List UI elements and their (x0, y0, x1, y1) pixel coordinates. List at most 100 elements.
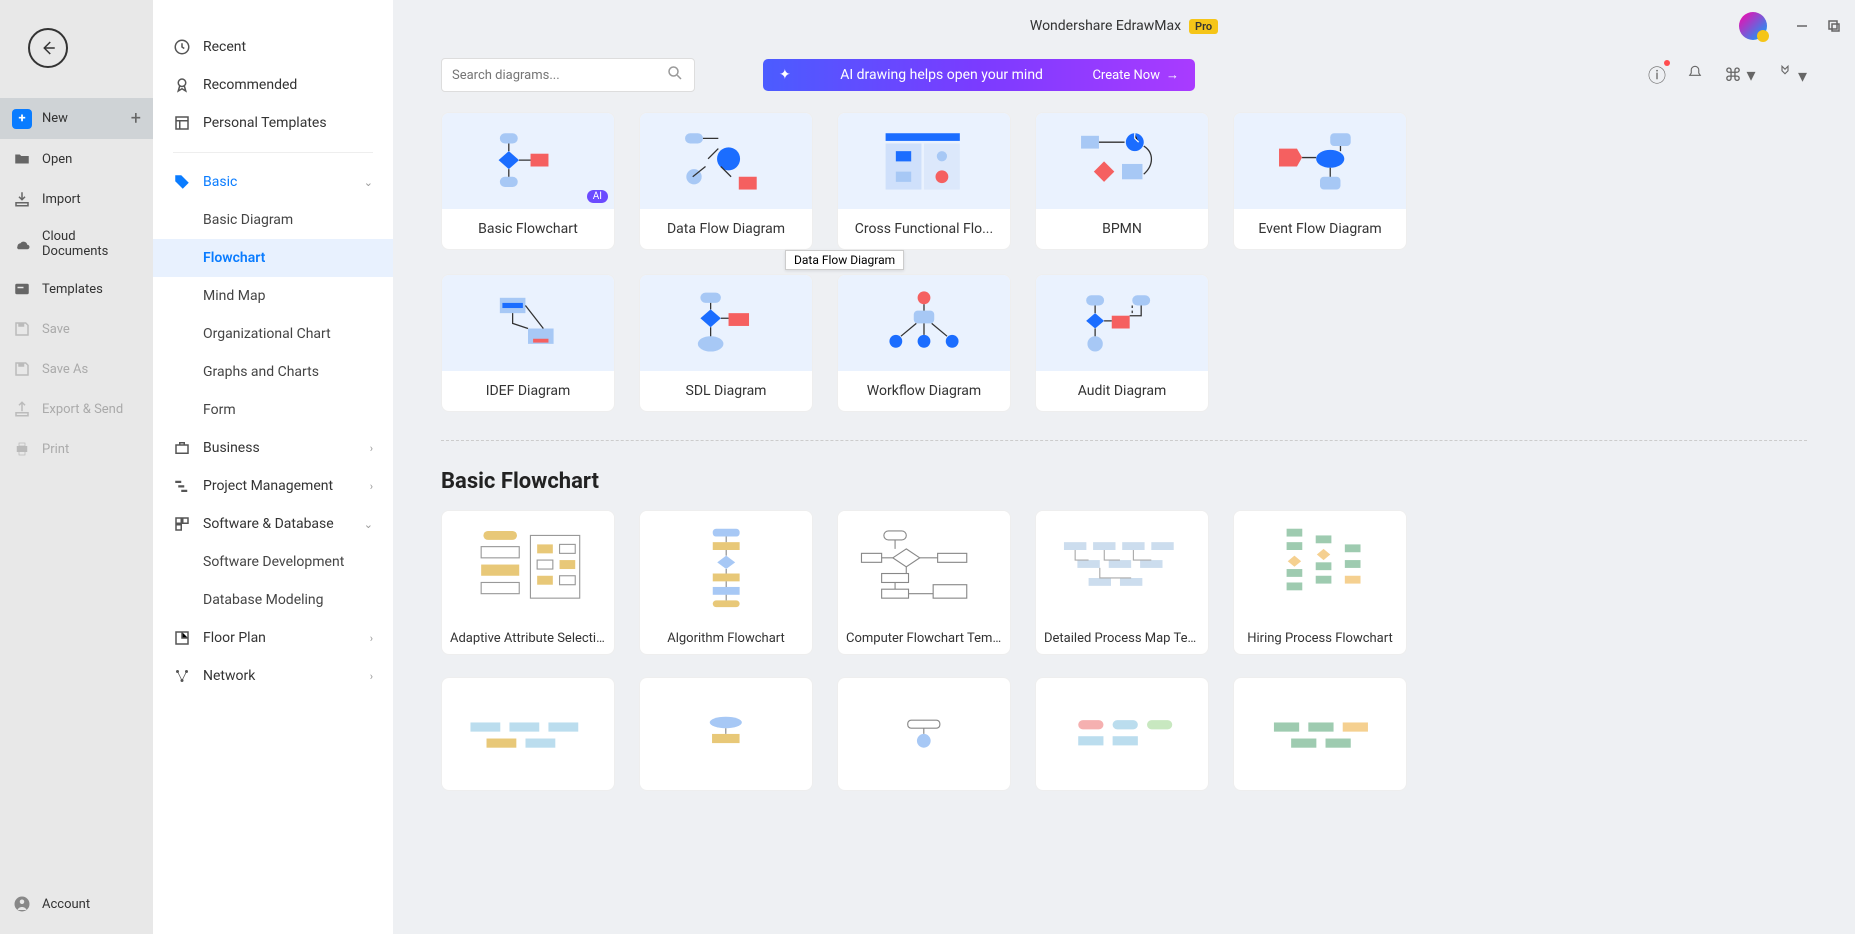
nav-save[interactable]: Save (0, 309, 153, 349)
nav-open-label: Open (42, 152, 72, 167)
notifications-button[interactable] (1686, 64, 1704, 87)
tpl-label: Detailed Process Map Tem... (1036, 623, 1208, 654)
chevron-right-icon: › (370, 670, 373, 683)
chevron-right-icon: › (370, 442, 373, 455)
sub-form[interactable]: Form (153, 391, 393, 429)
back-button[interactable] (28, 28, 68, 68)
sparkle-icon: ✦ (779, 67, 791, 83)
nav-print[interactable]: Print (0, 429, 153, 469)
sub-database-modeling[interactable]: Database Modeling (153, 581, 393, 619)
tpl-row2-2[interactable] (639, 677, 813, 791)
cat-business[interactable]: Business › (153, 429, 393, 467)
nav-new[interactable]: + New + (0, 98, 153, 139)
tpl-adaptive-attribute[interactable]: Adaptive Attribute Selecti... (441, 510, 615, 655)
tpl-row2-1[interactable] (441, 677, 615, 791)
section-divider (441, 440, 1807, 441)
cat-floor-plan[interactable]: Floor Plan › (153, 619, 393, 657)
sub-org-chart[interactable]: Organizational Chart (153, 315, 393, 353)
help-button[interactable]: ⓘ (1648, 62, 1666, 88)
nav-import[interactable]: Import (0, 179, 153, 219)
search-input[interactable] (452, 68, 666, 83)
cat-personal[interactable]: Personal Templates (153, 104, 393, 142)
card-bpmn[interactable]: BPMN (1035, 112, 1209, 250)
nav-save-label: Save (42, 322, 70, 337)
card-label: Data Flow Diagram (640, 209, 812, 249)
card-event-flow[interactable]: Event Flow Diagram (1233, 112, 1407, 250)
network-icon (173, 667, 191, 685)
cloud-icon (12, 234, 32, 254)
sub-flowchart[interactable]: Flowchart (153, 239, 393, 277)
nav-cloud[interactable]: Cloud Documents (0, 219, 153, 269)
cat-network-label: Network (203, 668, 255, 684)
sub-software-dev[interactable]: Software Development (153, 543, 393, 581)
cat-recent[interactable]: Recent (153, 28, 393, 66)
nav-import-label: Import (42, 192, 81, 207)
sub-mind-map[interactable]: Mind Map (153, 277, 393, 315)
cat-software-label: Software & Database (203, 516, 334, 532)
tpl-row2-3[interactable] (837, 677, 1011, 791)
chevron-down-icon: ⌄ (364, 518, 373, 531)
minimize-button[interactable] (1795, 19, 1809, 33)
database-icon (173, 515, 191, 533)
maximize-button[interactable] (1827, 19, 1841, 33)
briefcase-icon (173, 439, 191, 457)
nav-account[interactable]: Account (0, 884, 153, 924)
card-label: Cross Functional Flo... (838, 209, 1010, 249)
cat-basic-label: Basic (203, 174, 237, 190)
search-icon[interactable] (666, 64, 684, 86)
apps-button[interactable]: ⌘ ▾ (1724, 65, 1756, 86)
chevron-down-icon: ⌄ (364, 176, 373, 189)
nav-cloud-label: Cloud Documents (42, 229, 141, 259)
tpl-detailed-process[interactable]: Detailed Process Map Tem... (1035, 510, 1209, 655)
add-icon[interactable]: + (131, 108, 141, 129)
tpl-algorithm[interactable]: Algorithm Flowchart (639, 510, 813, 655)
chevron-right-icon: › (370, 480, 373, 493)
nav-save-as-label: Save As (42, 362, 88, 377)
nav-templates-label: Templates (42, 282, 103, 297)
theme-button[interactable]: ▾ (1776, 64, 1808, 87)
search-box[interactable] (441, 58, 695, 92)
save-as-icon (12, 359, 32, 379)
clock-icon (173, 38, 191, 56)
cat-basic[interactable]: Basic ⌄ (153, 163, 393, 201)
export-icon (12, 399, 32, 419)
tpl-hiring-process[interactable]: Hiring Process Flowchart (1233, 510, 1407, 655)
card-sdl[interactable]: SDL Diagram (639, 274, 813, 412)
tpl-computer-flowchart[interactable]: Computer Flowchart Temp... (837, 510, 1011, 655)
nav-save-as[interactable]: Save As (0, 349, 153, 389)
nav-templates[interactable]: Templates (0, 269, 153, 309)
tpl-label: Adaptive Attribute Selecti... (442, 623, 614, 654)
tag-icon (173, 173, 191, 191)
card-data-flow[interactable]: Data Flow Diagram (639, 112, 813, 250)
sub-basic-diagram[interactable]: Basic Diagram (153, 201, 393, 239)
cat-software[interactable]: Software & Database ⌄ (153, 505, 393, 543)
nav-export[interactable]: Export & Send (0, 389, 153, 429)
cat-network[interactable]: Network › (153, 657, 393, 695)
tpl-row2-5[interactable] (1233, 677, 1407, 791)
cat-project[interactable]: Project Management › (153, 467, 393, 505)
card-idef[interactable]: IDEF Diagram (441, 274, 615, 412)
title-bar: Wondershare EdrawMax Pro (393, 6, 1855, 46)
tooltip: Data Flow Diagram (785, 250, 904, 270)
user-avatar[interactable] (1739, 12, 1767, 40)
card-basic-flowchart[interactable]: AI Basic Flowchart (441, 112, 615, 250)
card-label: Workflow Diagram (838, 371, 1010, 411)
save-icon (12, 319, 32, 339)
ai-banner[interactable]: ✦ AI drawing helps open your mind Create… (763, 59, 1195, 91)
template-grid: Adaptive Attribute Selecti... Algorithm … (441, 510, 1807, 655)
cat-recommended[interactable]: Recommended (153, 66, 393, 104)
cat-recommended-label: Recommended (203, 77, 297, 93)
nav-new-label: New (42, 111, 68, 126)
cat-personal-label: Personal Templates (203, 115, 327, 131)
tpl-row2-4[interactable] (1035, 677, 1209, 791)
toolbar: ✦ AI drawing helps open your mind Create… (393, 46, 1855, 104)
sub-graphs[interactable]: Graphs and Charts (153, 353, 393, 391)
nav-open[interactable]: Open (0, 139, 153, 179)
section-title: Basic Flowchart (441, 469, 1807, 494)
card-audit[interactable]: Audit Diagram (1035, 274, 1209, 412)
template-icon (173, 114, 191, 132)
card-cross-functional[interactable]: Cross Functional Flo... (837, 112, 1011, 250)
card-workflow[interactable]: Workflow Diagram (837, 274, 1011, 412)
template-grid-row2 (441, 677, 1807, 791)
arrow-left-icon (39, 39, 57, 57)
